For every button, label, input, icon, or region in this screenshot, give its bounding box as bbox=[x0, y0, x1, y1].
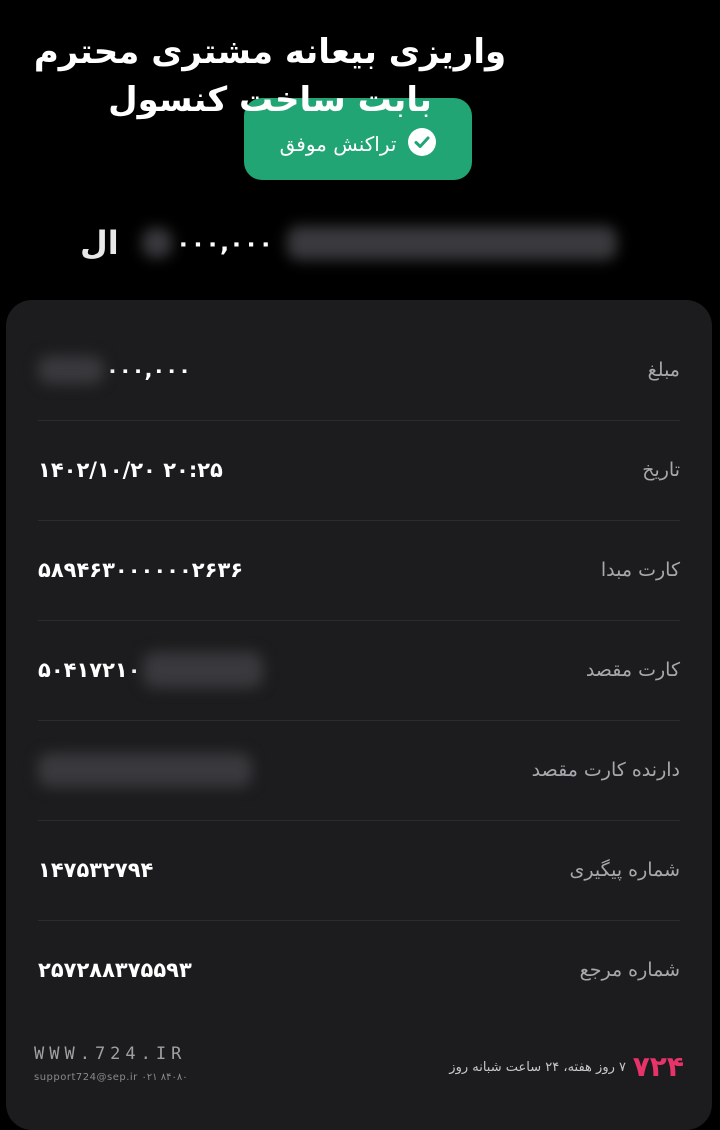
redacted-value bbox=[38, 753, 252, 787]
detail-label: کارت مبدا bbox=[600, 559, 680, 581]
detail-label: کارت مقصد bbox=[585, 659, 680, 681]
detail-row-card-holder: دارنده کارت مقصد bbox=[38, 720, 680, 821]
detail-row-tracking-number: ۱۴۷۵۳۲۷۹۴ شماره پیگیری bbox=[38, 820, 680, 921]
detail-row-source-card: ۵۸۹۴۶۳۰۰۰۰۰۰۲۶۳۶ کارت مبدا bbox=[38, 520, 680, 621]
detail-label: شماره پیگیری bbox=[569, 859, 680, 881]
detail-label: دارنده کارت مقصد bbox=[531, 759, 680, 781]
destination-card-digits: ۵۰۴۱۷۲۱۰ bbox=[38, 658, 141, 682]
detail-value: ۲۵۷۲۸۸۳۷۵۵۹۳ bbox=[38, 958, 192, 982]
brand-logo: ۷۲۴ bbox=[632, 1050, 684, 1083]
transaction-amount-header: ال ۰۰۰,۰۰۰ bbox=[80, 220, 640, 266]
detail-value: ۵۸۹۴۶۳۰۰۰۰۰۰۲۶۳۶ bbox=[38, 558, 244, 582]
detail-row-reference-number: ۲۵۷۲۸۸۳۷۵۵۹۳ شماره مرجع bbox=[38, 920, 680, 1020]
transaction-status-label: تراکنش موفق bbox=[279, 132, 397, 156]
service-hours: ۷ روز هفته، ۲۴ ساعت شبانه روز bbox=[449, 1060, 626, 1075]
redacted-value bbox=[142, 652, 263, 688]
amount-digits: ۰۰۰,۰۰۰ bbox=[176, 229, 274, 257]
caption-line-1: واریزی بیعانه مشتری محترم bbox=[33, 32, 507, 72]
detail-label: مبلغ bbox=[647, 359, 680, 381]
detail-value: ۰۰۰,۰۰۰ bbox=[38, 356, 191, 384]
detail-value: ۱۴۰۲/۱۰/۲۰ ۲۰:۲۵ bbox=[38, 458, 223, 482]
detail-label: تاریخ bbox=[642, 459, 680, 481]
check-badge-icon bbox=[408, 128, 437, 156]
detail-value: ۱۴۷۵۳۲۷۹۴ bbox=[38, 858, 154, 882]
detail-row-date: ۱۴۰۲/۱۰/۲۰ ۲۰:۲۵ تاریخ bbox=[38, 420, 680, 521]
detail-label: شماره مرجع bbox=[579, 959, 680, 981]
detail-row-destination-card: ۵۰۴۱۷۲۱۰ کارت مقصد bbox=[38, 620, 680, 721]
caption-line-2: بابت ساخت کنسول bbox=[108, 80, 432, 120]
website-link[interactable]: WWW.724.IR bbox=[34, 1044, 186, 1064]
detail-row-amount: ۰۰۰,۰۰۰ مبلغ bbox=[38, 320, 680, 421]
redacted-value bbox=[38, 356, 104, 384]
detail-value: ۵۰۴۱۷۲۱۰ bbox=[38, 652, 263, 688]
image-caption: واریزی بیعانه مشتری محترم بابت ساخت کنسو… bbox=[0, 28, 540, 124]
amount-value-digits: ۰۰۰,۰۰۰ bbox=[106, 358, 191, 382]
detail-value bbox=[38, 753, 252, 787]
redacted-amount-part bbox=[142, 228, 172, 258]
redacted-title bbox=[287, 226, 618, 260]
support-contact: support724@sep.ir ۰۲۱ ۸۴۰۸۰ bbox=[34, 1072, 188, 1083]
receipt-footer: WWW.724.IR support724@sep.ir ۰۲۱ ۸۴۰۸۰ ۷… bbox=[34, 1044, 684, 1094]
